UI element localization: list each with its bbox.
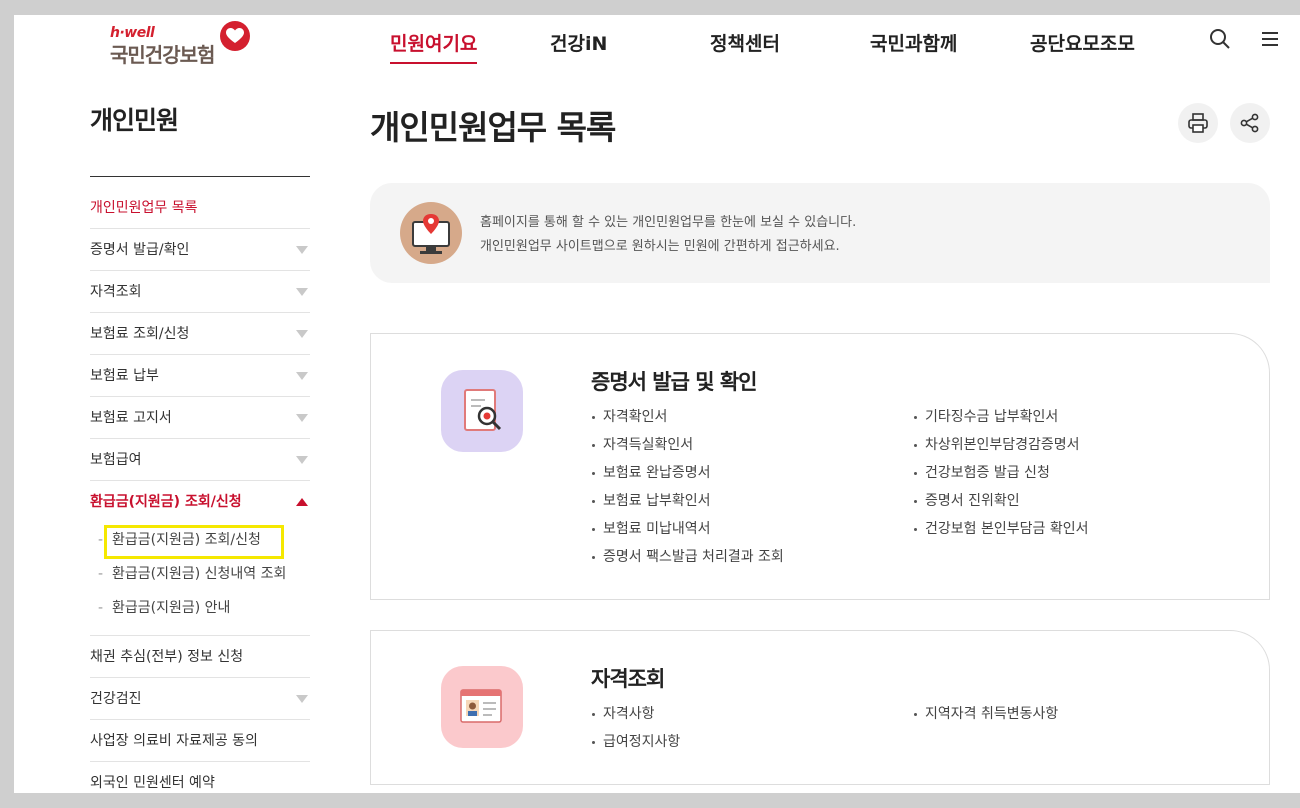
card-link[interactable]: 급여정지사항 (591, 728, 680, 756)
highlight-box (104, 525, 284, 559)
sidebar-item-label: 보험료 납부 (90, 368, 159, 384)
search-icon[interactable] (1208, 27, 1232, 51)
sub-item-refund-guide[interactable]: 환급금(지원금) 안내 (90, 591, 310, 625)
page-right-gutter (1285, 15, 1300, 793)
card-link[interactable]: 보험료 완납증명서 (591, 459, 784, 487)
sidebar-item-label: 자격조회 (90, 284, 142, 300)
page-title: 개인민원업무 목록 (370, 108, 616, 147)
sidebar-item-premium-inquiry[interactable]: 보험료 조회/신청 (90, 313, 310, 355)
sidebar-title: 개인민원 (90, 106, 179, 135)
sub-item-label: 환급금(지원금) 안내 (112, 600, 231, 616)
sidebar-item-foreigner-reservation[interactable]: 외국인 민원센터 예약 (90, 762, 310, 793)
print-button[interactable] (1178, 103, 1218, 143)
chevron-down-icon (296, 456, 308, 464)
card-link[interactable]: 증명서 팩스발급 처리결과 조회 (591, 543, 784, 571)
sidebar-sub-list: 환급금(지원금) 조회/신청 환급금(지원금) 신청내역 조회 환급금(지원금)… (90, 523, 310, 636)
card-link[interactable]: 보험료 미납내역서 (591, 515, 784, 543)
sidebar-divider (90, 176, 310, 177)
id-card-icon (441, 666, 523, 748)
card-link[interactable]: 건강보험증 발급 신청 (913, 459, 1088, 487)
menu-icon[interactable] (1258, 27, 1282, 51)
sidebar-menu: 개인민원업무 목록 증명서 발급/확인 자격조회 보험료 조회/신청 보험료 납… (90, 187, 310, 793)
sidebar-item-debt-collection[interactable]: 채권 추심(전부) 정보 신청 (90, 636, 310, 678)
sidebar-item-label: 사업장 의료비 자료제공 동의 (90, 733, 258, 749)
sidebar-item-label: 건강검진 (90, 691, 142, 707)
sidebar-item-label: 외국인 민원센터 예약 (90, 775, 215, 791)
sub-item-label: 환급금(지원금) 신청내역 조회 (112, 566, 287, 582)
sidebar-item-medical-data-consent[interactable]: 사업장 의료비 자료제공 동의 (90, 720, 310, 762)
card-title: 증명서 발급 및 확인 (591, 370, 757, 394)
sub-item-refund-inquiry[interactable]: 환급금(지원금) 조회/신청 (90, 523, 310, 559)
sidebar-item-label: 환급금(지원금) 조회/신청 (90, 494, 242, 510)
sidebar-item-premium-payment[interactable]: 보험료 납부 (90, 355, 310, 397)
card-title: 자격조회 (591, 667, 665, 691)
sidebar-item-certificate[interactable]: 증명서 발급/확인 (90, 229, 310, 271)
card-link[interactable]: 자격사항 (591, 700, 680, 728)
card-certificate: 증명서 발급 및 확인 자격확인서 자격득실확인서 보험료 완납증명서 보험료 … (370, 333, 1270, 600)
nav-with-people[interactable]: 국민과함께 (870, 29, 957, 56)
sidebar-item-label: 보험료 조회/신청 (90, 326, 190, 342)
nav-policy-center[interactable]: 정책센터 (710, 29, 780, 56)
nav-minwon[interactable]: 민원여기요 (390, 29, 478, 64)
card-qualification: 자격조회 자격사항 급여정지사항 지역자격 취득변동사항 (370, 630, 1270, 785)
card-link[interactable]: 건강보험 본인부담금 확인서 (913, 515, 1088, 543)
info-text: 홈페이지를 통해 할 수 있는 개인민원업무를 한눈에 보실 수 있습니다. 개… (480, 211, 856, 259)
page: h·well 국민건강보험 민원여기요 건강iN 정책센터 국민과함께 공단요모… (14, 15, 1285, 793)
sidebar-item-benefits[interactable]: 보험급여 (90, 439, 310, 481)
chevron-down-icon (296, 288, 308, 296)
chevron-down-icon (296, 414, 308, 422)
sidebar-item-label: 증명서 발급/확인 (90, 242, 190, 258)
card-link[interactable]: 지역자격 취득변동사항 (913, 700, 1058, 728)
sidebar-item-refund[interactable]: 환급금(지원금) 조회/신청 (90, 481, 310, 523)
sidebar-item-health-checkup[interactable]: 건강검진 (90, 678, 310, 720)
nav-health-in[interactable]: 건강iN (550, 29, 607, 56)
document-search-icon (441, 370, 523, 452)
info-line: 개인민원업무 사이트맵으로 원하시는 민원에 간편하게 접근하세요. (480, 239, 840, 254)
chevron-down-icon (296, 246, 308, 254)
print-icon (1188, 113, 1208, 133)
chevron-up-icon (296, 498, 308, 506)
sidebar-item-label: 개인민원업무 목록 (90, 200, 198, 216)
sidebar-item-label: 채권 추심(전부) 정보 신청 (90, 649, 244, 665)
chevron-down-icon (296, 372, 308, 380)
nav-about[interactable]: 공단요모조모 (1030, 29, 1135, 56)
card-link[interactable]: 기타징수금 납부확인서 (913, 403, 1088, 431)
global-nav: 민원여기요 건강iN 정책센터 국민과함께 공단요모조모 (14, 25, 1285, 65)
chevron-down-icon (296, 330, 308, 338)
sidebar-item-list[interactable]: 개인민원업무 목록 (90, 187, 310, 229)
chevron-down-icon (296, 695, 308, 703)
card-link[interactable]: 보험료 납부확인서 (591, 487, 784, 515)
sidebar-item-premium-notice[interactable]: 보험료 고지서 (90, 397, 310, 439)
info-box: 홈페이지를 통해 할 수 있는 개인민원업무를 한눈에 보실 수 있습니다. 개… (370, 183, 1270, 283)
sidebar-item-label: 보험료 고지서 (90, 410, 172, 426)
share-button[interactable] (1230, 103, 1270, 143)
sidebar-item-label: 보험급여 (90, 452, 142, 468)
sidebar-item-qualification[interactable]: 자격조회 (90, 271, 310, 313)
card-link[interactable]: 자격득실확인서 (591, 431, 784, 459)
card-link[interactable]: 증명서 진위확인 (913, 487, 1088, 515)
monitor-location-icon (400, 202, 462, 264)
share-icon (1240, 113, 1259, 133)
sub-item-refund-history[interactable]: 환급금(지원금) 신청내역 조회 (90, 557, 310, 591)
card-link[interactable]: 자격확인서 (591, 403, 784, 431)
info-line: 홈페이지를 통해 할 수 있는 개인민원업무를 한눈에 보실 수 있습니다. (480, 215, 857, 230)
card-link[interactable]: 차상위본인부담경감증명서 (913, 431, 1088, 459)
